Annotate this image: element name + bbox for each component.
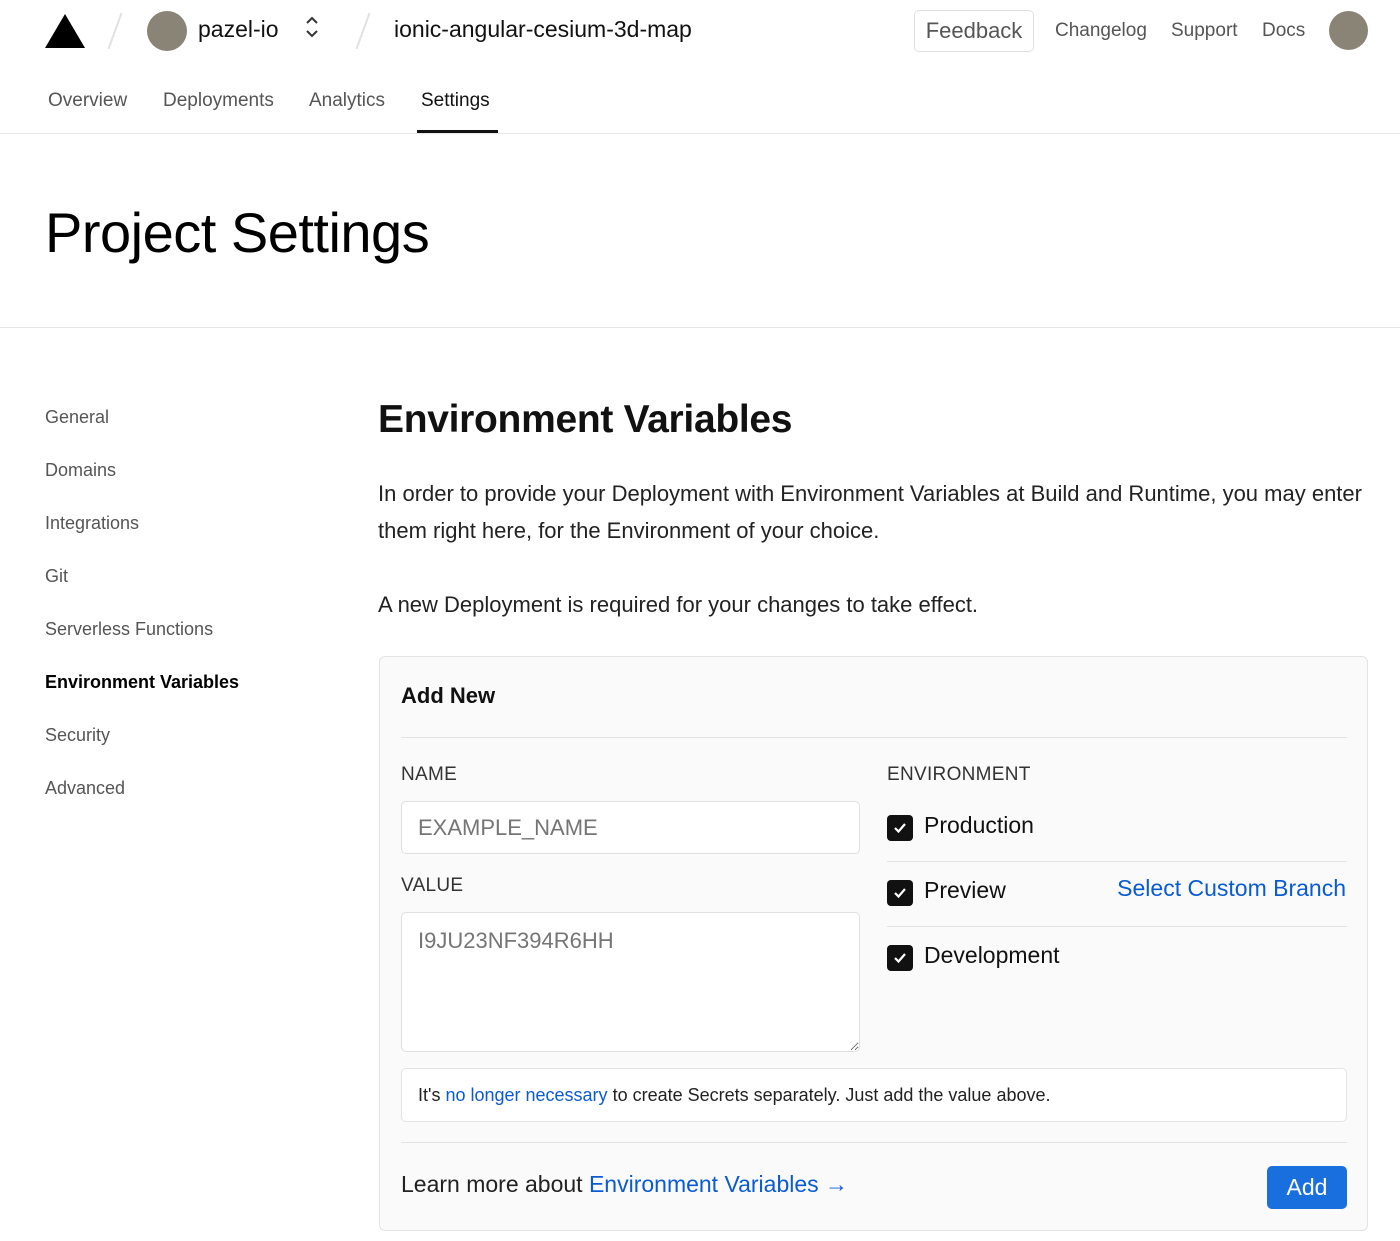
env-production-row[interactable]: Production — [887, 797, 1346, 861]
sidebar-item-domains[interactable]: Domains — [45, 460, 116, 481]
no-longer-necessary-link[interactable]: no longer necessary — [445, 1085, 607, 1105]
name-input[interactable] — [401, 801, 860, 854]
top-header: pazel-io ionic-angular-cesium-3d-map Fee… — [0, 0, 1400, 134]
sidebar-item-serverless-functions[interactable]: Serverless Functions — [45, 619, 213, 640]
sidebar-item-environment-variables[interactable]: Environment Variables — [45, 672, 239, 693]
card-title: Add New — [401, 683, 496, 708]
preview-label: Preview — [924, 877, 1006, 903]
team-avatar[interactable] — [147, 11, 187, 51]
development-label: Development — [924, 942, 1060, 968]
checkmark-icon — [894, 888, 906, 899]
production-label: Production — [924, 812, 1034, 838]
changelog-link[interactable]: Changelog — [1055, 20, 1147, 42]
note-suffix: to create Secrets separately. Just add t… — [607, 1085, 1051, 1105]
tab-settings[interactable]: Settings — [421, 90, 490, 112]
tab-analytics[interactable]: Analytics — [309, 90, 385, 112]
checkmark-icon — [894, 823, 906, 834]
sidebar-item-general[interactable]: General — [45, 407, 109, 428]
secrets-info-note: It's no longer necessary to create Secre… — [401, 1068, 1347, 1122]
feedback-button[interactable]: Feedback — [914, 10, 1034, 52]
breadcrumb-separator — [107, 12, 123, 50]
production-checkbox[interactable] — [887, 815, 913, 841]
add-new-card: Add New NAME VALUE ENVIRONMENT Productio… — [379, 656, 1368, 1231]
page-title: Project Settings — [45, 201, 430, 264]
add-button[interactable]: Add — [1267, 1166, 1347, 1209]
chevron-up-down-icon[interactable] — [304, 14, 320, 40]
checkmark-icon — [894, 953, 906, 964]
section-description: In order to provide your Deployment with… — [378, 481, 1362, 543]
learn-more-text: Learn more about Environment Variables → — [401, 1171, 848, 1198]
development-checkbox[interactable] — [887, 945, 913, 971]
preview-checkbox[interactable] — [887, 880, 913, 906]
env-preview-row[interactable]: Preview Select Custom Branch — [887, 862, 1346, 926]
note-prefix: It's — [418, 1085, 446, 1105]
team-name[interactable]: pazel-io — [198, 16, 279, 43]
value-label: VALUE — [401, 875, 464, 896]
deployment-note: A new Deployment is required for your ch… — [378, 592, 979, 617]
card-footer-divider — [401, 1142, 1347, 1143]
learn-prefix: Learn more about — [401, 1171, 589, 1197]
active-tab-indicator — [417, 130, 498, 133]
sidebar-item-advanced[interactable]: Advanced — [45, 778, 125, 799]
environment-variables-docs-link[interactable]: Environment Variables → — [589, 1171, 848, 1197]
select-custom-branch-link[interactable]: Select Custom Branch — [1117, 875, 1346, 902]
value-textarea[interactable] — [401, 912, 860, 1052]
docs-link[interactable]: Docs — [1262, 20, 1305, 42]
name-label: NAME — [401, 764, 458, 785]
breadcrumb-separator — [355, 12, 371, 50]
sidebar-item-security[interactable]: Security — [45, 725, 110, 746]
tab-overview[interactable]: Overview — [48, 90, 127, 112]
section-title: Environment Variables — [378, 398, 793, 441]
env-development-row[interactable]: Development — [887, 927, 1346, 991]
card-divider — [401, 737, 1347, 738]
project-name[interactable]: ionic-angular-cesium-3d-map — [394, 16, 692, 43]
support-link[interactable]: Support — [1171, 20, 1238, 42]
user-avatar[interactable] — [1329, 11, 1368, 50]
vercel-logo-icon[interactable] — [45, 14, 85, 48]
sidebar-item-integrations[interactable]: Integrations — [45, 513, 139, 534]
sidebar-item-git[interactable]: Git — [45, 566, 68, 587]
tab-deployments[interactable]: Deployments — [163, 90, 274, 112]
title-band: Project Settings — [0, 134, 1400, 328]
environment-label: ENVIRONMENT — [887, 764, 1031, 785]
